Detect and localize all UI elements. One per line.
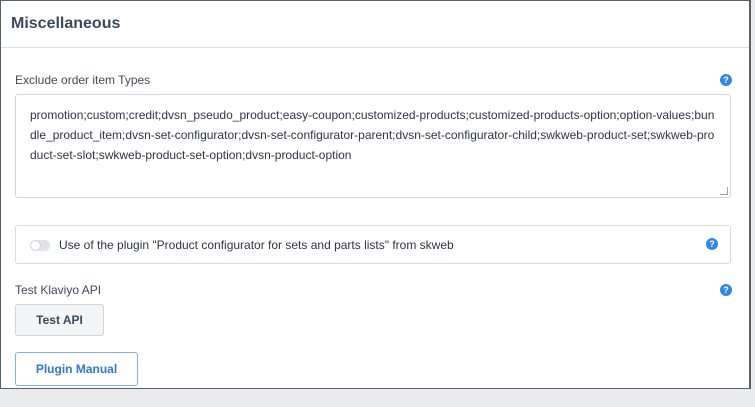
- card-title: Miscellaneous: [11, 15, 121, 32]
- card-header: Miscellaneous: [1, 1, 749, 48]
- exclude-types-textarea[interactable]: promotion;custom;credit;dvsn_pseudo_prod…: [15, 94, 731, 198]
- toggle-knob: [31, 241, 40, 250]
- plugin-toggle-label: Use of the plugin "Product configurator …: [59, 238, 454, 252]
- plugin-setting-row: Use of the plugin "Product configurator …: [15, 225, 731, 264]
- exclude-types-help-icon[interactable]: ?: [720, 74, 732, 86]
- miscellaneous-card: Miscellaneous Exclude order item Types ?…: [0, 0, 751, 389]
- exclude-types-value: promotion;custom;credit;dvsn_pseudo_prod…: [30, 108, 715, 162]
- plugin-toggle[interactable]: [30, 240, 50, 251]
- klaviyo-label: Test Klaviyo API: [15, 283, 102, 297]
- test-api-button[interactable]: Test API: [15, 304, 104, 336]
- exclude-types-label: Exclude order item Types: [15, 73, 151, 87]
- plugin-manual-button[interactable]: Plugin Manual: [15, 352, 138, 386]
- klaviyo-help-icon[interactable]: ?: [720, 284, 732, 296]
- plugin-help-icon[interactable]: ?: [706, 238, 718, 250]
- resize-grip-icon[interactable]: [720, 187, 728, 195]
